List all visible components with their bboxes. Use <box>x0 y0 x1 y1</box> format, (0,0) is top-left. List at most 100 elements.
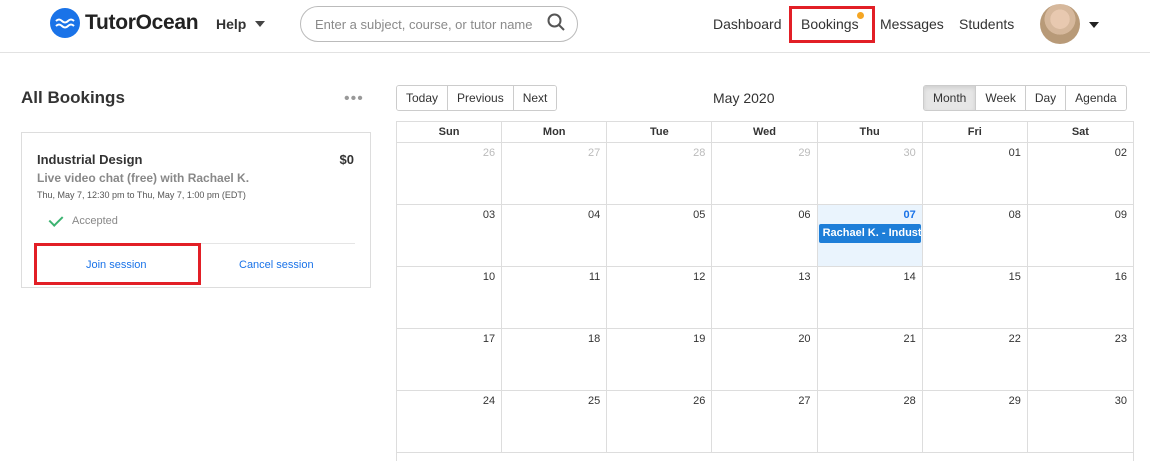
day-number: 17 <box>482 333 496 345</box>
calendar-day[interactable]: 30 <box>1028 391 1133 452</box>
day-number: 28 <box>903 395 916 407</box>
calendar-day[interactable]: 29 <box>923 391 1028 452</box>
chevron-down-icon <box>255 21 266 27</box>
weekday-label: Mon <box>502 122 608 142</box>
calendar-day[interactable]: 27 <box>712 391 818 452</box>
day-number: 19 <box>693 333 706 345</box>
day-number: 14 <box>903 271 916 283</box>
month-view-button[interactable]: Month <box>924 86 977 110</box>
calendar-day[interactable]: 29 <box>712 143 818 204</box>
day-number: 18 <box>588 333 601 345</box>
nav-students[interactable]: Students <box>959 16 1014 32</box>
agenda-view-button[interactable]: Agenda <box>1066 86 1126 110</box>
day-number: 27 <box>798 395 811 407</box>
calendar-day[interactable]: 08 <box>923 205 1028 266</box>
weekday-label: Sat <box>1071 126 1089 138</box>
help-label: Help <box>216 16 247 32</box>
day-number: 04 <box>588 209 601 221</box>
day-number: 29 <box>1008 395 1021 407</box>
previous-button[interactable]: Previous <box>448 86 514 110</box>
day-number: 05 <box>693 209 706 221</box>
day-number: 27 <box>588 147 601 159</box>
day-number: 11 <box>588 271 601 283</box>
calendar-day[interactable]: 01 <box>923 143 1028 204</box>
calendar-day[interactable]: 23 <box>1028 329 1133 390</box>
day-number: 21 <box>903 333 916 345</box>
day-number: 02 <box>1114 147 1127 159</box>
day-number: 09 <box>1114 209 1127 221</box>
day-number: 30 <box>903 147 916 159</box>
avatar[interactable] <box>1040 4 1080 44</box>
status-badge: Accepted <box>48 211 118 227</box>
calendar-day[interactable]: 03 <box>397 205 503 266</box>
calendar-day[interactable]: 24 <box>397 391 503 452</box>
calendar-event[interactable]: Rachael K. - Industrial Design <box>818 224 921 243</box>
calendar-day[interactable]: 06 <box>712 205 818 266</box>
calendar-day[interactable]: 11 <box>502 267 608 328</box>
check-icon <box>48 211 64 227</box>
calendar-week: 10 11 12 13 14 15 16 <box>397 267 1133 329</box>
calendar-day[interactable]: 20 <box>712 329 818 390</box>
help-menu[interactable]: Help <box>216 16 266 32</box>
logo[interactable]: TutorOcean <box>50 8 199 38</box>
calendar-week: 03 04 05 06 07 Rachael K. - Industrial D… <box>397 205 1133 267</box>
calendar-day[interactable]: 13 <box>712 267 818 328</box>
day-number: 16 <box>1114 271 1127 283</box>
day-view-button[interactable]: Day <box>1025 86 1067 110</box>
weekday-label: Sun <box>397 122 503 142</box>
day-number: 20 <box>798 333 811 345</box>
calendar-day[interactable]: 09 <box>1028 205 1133 266</box>
search-box[interactable] <box>300 6 578 42</box>
calendar-day[interactable]: 04 <box>502 205 608 266</box>
week-view-button[interactable]: Week <box>976 86 1026 110</box>
calendar-view-group: Month Week Day Agenda <box>923 85 1127 111</box>
wave-logo-icon <box>50 8 80 38</box>
day-number: 07 <box>903 209 916 221</box>
month-grid: Sun Mon Tue Wed Thu Fri Sat 26 27 28 29 … <box>396 121 1134 461</box>
calendar-day[interactable]: 18 <box>502 329 608 390</box>
logo-text: TutorOcean <box>85 11 199 34</box>
calendar-day[interactable]: 16 <box>1028 267 1133 328</box>
calendar-day[interactable]: 21 <box>818 329 923 390</box>
status-label: Accepted <box>72 215 118 227</box>
day-number: 01 <box>1008 147 1021 159</box>
weekday-label: Wed <box>712 122 818 142</box>
calendar-day[interactable]: 25 <box>502 391 608 452</box>
calendar-week: 24 25 26 27 28 29 30 <box>397 391 1133 453</box>
calendar-day[interactable]: 15 <box>923 267 1028 328</box>
booking-subtitle: Live video chat (free) with Rachael K. <box>37 171 250 185</box>
bookings-highlight <box>789 6 875 43</box>
calendar-day[interactable]: 02 <box>1028 143 1133 204</box>
next-button[interactable]: Next <box>513 86 557 110</box>
day-number: 28 <box>693 147 706 159</box>
calendar-day[interactable]: 22 <box>923 329 1028 390</box>
chevron-down-icon[interactable] <box>1089 22 1099 28</box>
calendar-day[interactable]: 17 <box>397 329 503 390</box>
day-number: 10 <box>482 271 496 283</box>
cancel-session-button[interactable]: Cancel session <box>239 259 314 271</box>
day-number: 03 <box>482 209 496 221</box>
calendar-day[interactable]: 26 <box>397 143 503 204</box>
calendar-day[interactable]: 10 <box>397 267 503 328</box>
calendar-day[interactable]: 14 <box>818 267 923 328</box>
day-number: 13 <box>798 271 811 283</box>
calendar-day[interactable]: 28 <box>607 143 713 204</box>
calendar-day[interactable]: 19 <box>607 329 713 390</box>
more-options-icon[interactable]: ••• <box>344 90 364 108</box>
calendar-day[interactable]: 28 <box>818 391 923 452</box>
search-icon[interactable] <box>547 13 565 36</box>
today-button[interactable]: Today <box>397 86 449 110</box>
calendar-nav-group: Today Previous Next <box>396 85 558 111</box>
day-number: 25 <box>588 395 601 407</box>
calendar-day[interactable]: 05 <box>607 205 713 266</box>
nav-dashboard[interactable]: Dashboard <box>713 16 782 32</box>
weekday-label: Thu <box>818 122 923 142</box>
calendar-day[interactable]: 30 <box>818 143 923 204</box>
calendar-week: 26 27 28 29 30 01 02 <box>397 143 1133 205</box>
calendar-day[interactable]: 12 <box>607 267 713 328</box>
calendar-day-today[interactable]: 07 Rachael K. - Industrial Design <box>817 205 923 266</box>
search-input[interactable] <box>315 16 547 32</box>
nav-messages[interactable]: Messages <box>880 16 944 32</box>
calendar-day[interactable]: 26 <box>607 391 713 452</box>
calendar-day[interactable]: 27 <box>502 143 608 204</box>
